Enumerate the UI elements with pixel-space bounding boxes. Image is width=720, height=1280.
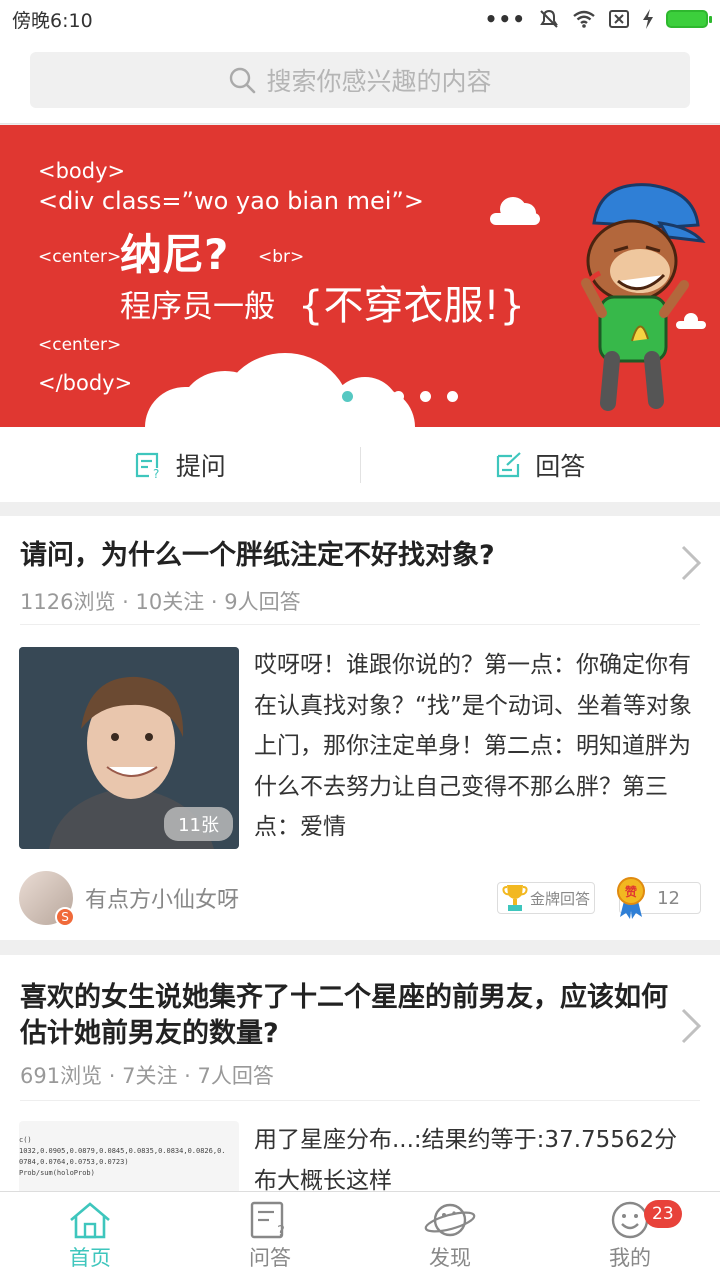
search-input[interactable]: 搜索你感兴趣的内容 [30,52,690,108]
planet-icon [424,1203,476,1237]
nav-qa[interactable]: ? 问答 [180,1192,360,1280]
search-placeholder: 搜索你感兴趣的内容 [266,67,492,96]
code-line: 0784,0.0764,0.0753,0.0723) [19,1158,129,1166]
answer-thumbnail-2[interactable]: c() 1032,0.0905,0.0879,0.0845,0.0835,0.0… [19,1121,239,1201]
gold-answer-tag: 金牌回答 [497,882,595,914]
monkey-illustration [581,183,706,411]
ask-button[interactable]: ? 提问 [0,447,360,483]
avatar[interactable]: S [19,871,75,927]
status-icons: ••• [484,7,712,31]
battery-icon [666,10,712,28]
banner-code-div: <div class=”wo yao bian mei”> [38,187,424,215]
mute-icon [540,9,558,28]
answer-icon [497,451,521,477]
status-bar: 傍晚6:10 ••• [0,0,720,38]
gold-answer-label: 金牌回答 [530,889,591,908]
nav-home[interactable]: 首页 [0,1192,180,1280]
carousel-indicator[interactable] [342,391,458,402]
card-divider-2 [20,1100,700,1101]
carousel-dot-3[interactable] [420,391,431,402]
answer-excerpt[interactable]: 哎呀呀！谁跟你说的？第一点：你确定你有在认真找对象？“找”是个动词、坐着等对象上… [254,645,700,848]
banner-highlight: {不穿衣服!} [298,283,525,329]
banner-code-center1: <center> [38,247,122,267]
answer-excerpt-2[interactable]: 用了星座分布...:结果约等于:37.75562分布大概长这样 [254,1120,700,1201]
banner-code-center2: <center> [38,335,122,355]
nav-discover[interactable]: 发现 [360,1192,540,1280]
banner-headline: 纳尼? [120,230,229,279]
more-dots-icon: ••• [484,7,526,31]
code-line: 1032,0.0905,0.0879,0.0845,0.0835,0.0834,… [19,1147,226,1155]
carousel-dot-4[interactable] [447,391,458,402]
nav-discover-label: 发现 [429,1246,471,1270]
notification-badge: 23 [644,1200,682,1228]
charging-icon [643,9,653,29]
card-divider [20,624,700,625]
no-sim-icon [609,10,629,28]
banner-code-body-close: </body> [38,371,133,395]
author-level-badge: S [55,907,75,927]
banner-carousel[interactable]: <body> <div class=”wo yao bian mei”> <ce… [0,125,720,427]
qa-icon: ? [250,1201,285,1240]
ask-answer-bar: ? 提问 回答 [0,427,720,502]
chevron-right-icon-2[interactable] [680,1007,702,1055]
banner-code-body-open: <body> [38,159,126,183]
code-line: Prob/sum(holoProb) [19,1169,95,1177]
svg-text:?: ? [153,467,159,479]
chevron-right-icon[interactable] [680,544,702,592]
image-count-badge: 11张 [164,807,233,841]
code-line: c() [19,1136,32,1144]
search-icon [230,67,256,94]
medal-icon: 赞 [617,877,645,919]
question-meta: 1126浏览 · 10关注 · 9人回答 [20,590,301,614]
ask-label: 提问 [175,451,226,481]
home-icon [70,1202,110,1239]
search-area: 搜索你感兴趣的内容 [0,38,720,124]
author-name[interactable]: 有点方小仙女呀 [85,882,239,914]
likes-tag[interactable]: 赞 12 [617,877,701,919]
nav-me-label: 我的 [609,1246,651,1270]
banner-subline: 程序员一般 [120,289,275,325]
question-meta-2: 691浏览 · 7关注 · 7人回答 [20,1064,274,1088]
bottom-nav: 首页 ? 问答 发现 我的 23 [0,1191,720,1280]
nav-qa-label: 问答 [249,1246,291,1270]
ask-icon: ? [135,452,159,479]
answer-label: 回答 [535,451,586,481]
question-title[interactable]: 请问，为什么一个胖纸注定不好找对象? [20,538,670,574]
code-screenshot: c() 1032,0.0905,0.0879,0.0845,0.0835,0.0… [19,1135,226,1179]
svg-text:赞: 赞 [624,884,637,899]
likes-count: 12 [657,887,680,909]
nav-home-label: 首页 [69,1246,111,1270]
wifi-icon [573,10,595,28]
svg-text:?: ? [277,1222,285,1240]
status-time: 傍晚6:10 [12,9,93,32]
carousel-dot-1[interactable] [342,391,353,402]
answer-thumbnail[interactable]: 11张 [19,647,239,849]
question-card[interactable]: 请问，为什么一个胖纸注定不好找对象? 1126浏览 · 10关注 · 9人回答 … [0,516,720,940]
banner-code-br: <br> [258,247,305,267]
answer-button[interactable]: 回答 [361,447,720,483]
question-card-2[interactable]: 喜欢的女生说她集齐了十二个星座的前男友，应该如何估计她前男友的数量? 691浏览… [0,955,720,1201]
question-title-2[interactable]: 喜欢的女生说她集齐了十二个星座的前男友，应该如何估计她前男友的数量? [20,980,680,1051]
nav-me[interactable]: 我的 23 [540,1192,720,1280]
trophy-icon [502,885,528,911]
carousel-dot-2[interactable] [393,391,404,402]
author-row[interactable]: S 有点方小仙女呀 [19,870,239,927]
